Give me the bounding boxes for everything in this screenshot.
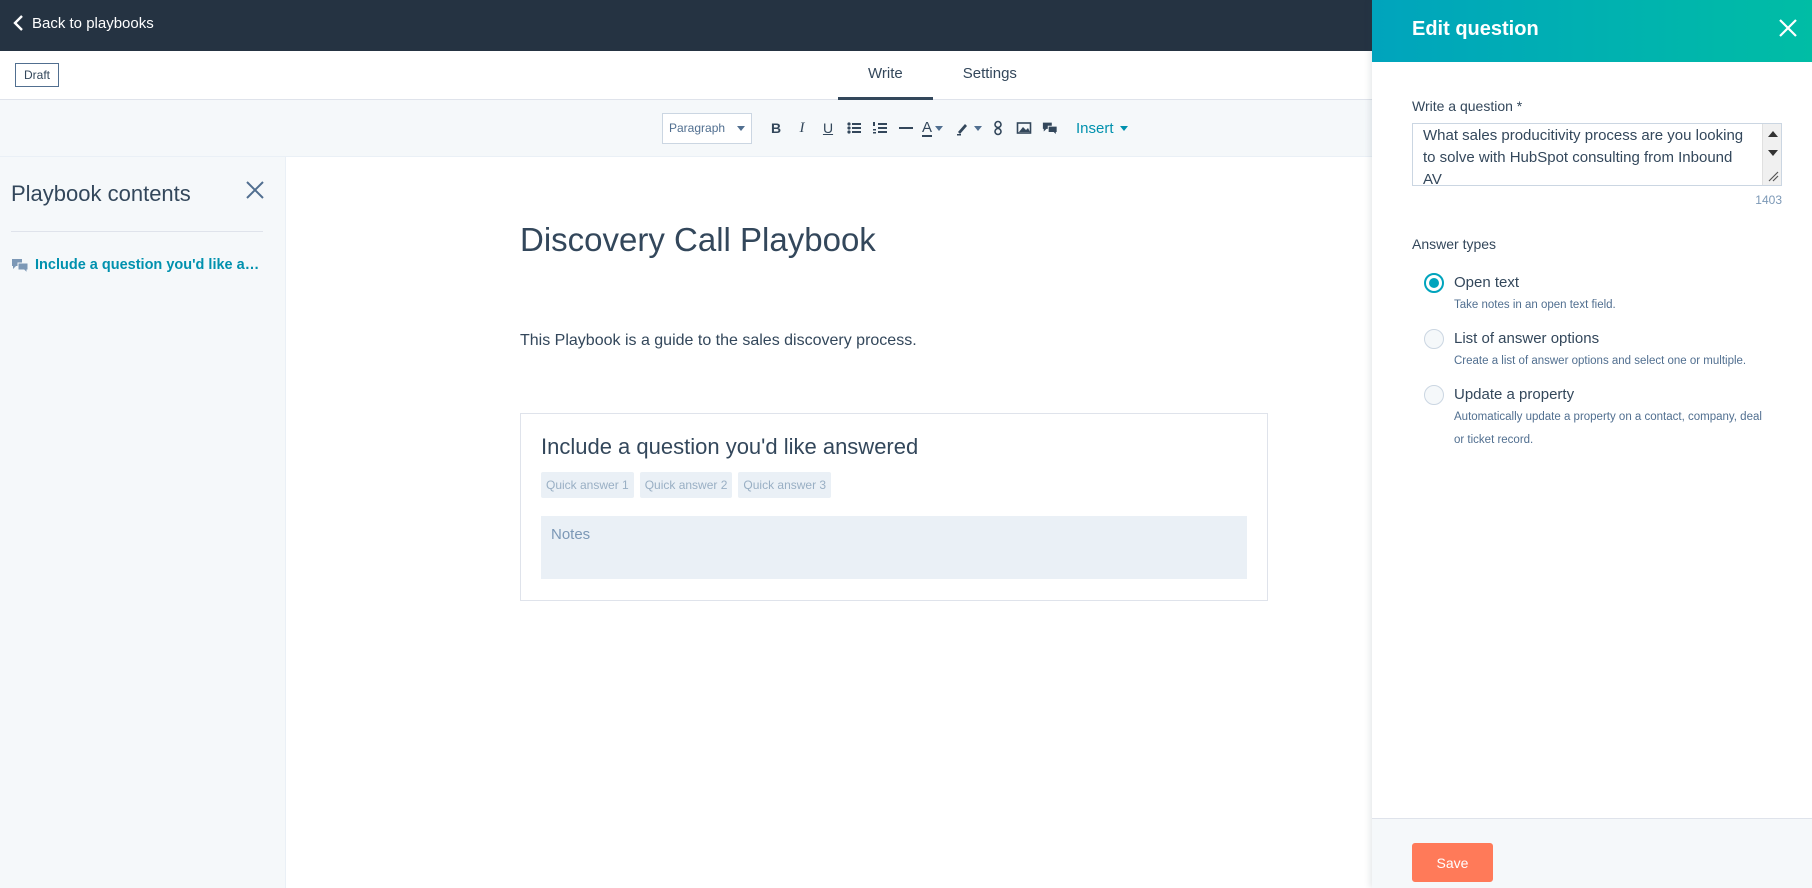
bulleted-list-icon xyxy=(847,122,861,134)
tab-settings[interactable]: Settings xyxy=(933,51,1047,100)
link-button[interactable] xyxy=(988,116,1008,140)
close-icon[interactable] xyxy=(1778,18,1798,38)
highlight-color-button[interactable] xyxy=(955,116,983,140)
radio-button-selected[interactable] xyxy=(1424,273,1444,293)
chevron-down-icon xyxy=(1119,125,1128,131)
radio-button[interactable] xyxy=(1424,385,1444,405)
answer-type-title: Open text xyxy=(1454,274,1520,291)
paragraph-style-select[interactable]: Paragraph xyxy=(662,112,752,144)
insert-label: Insert xyxy=(1076,119,1114,137)
answer-type-title: List of answer options xyxy=(1454,330,1600,347)
quick-answer-chip[interactable]: Quick answer 1 xyxy=(541,472,634,498)
editor-subbar: Draft Write Settings xyxy=(0,51,1372,100)
answer-type-list-options[interactable]: List of answer options Create a list of … xyxy=(1424,328,1774,373)
answer-type-description: Create a list of answer options and sele… xyxy=(1454,355,1747,367)
sidebar-title: Playbook contents xyxy=(11,181,191,206)
horizontal-rule-icon xyxy=(899,127,913,129)
edit-question-panel: Edit question Write a question * What sa… xyxy=(1372,0,1812,888)
image-icon xyxy=(1016,122,1032,134)
underline-button[interactable]: U xyxy=(818,116,838,140)
tab-write[interactable]: Write xyxy=(838,51,933,100)
question-title: Include a question you'd like answered xyxy=(541,434,919,459)
numbered-list-button[interactable] xyxy=(870,116,890,140)
quick-answers: Quick answer 1 Quick answer 2 Quick answ… xyxy=(541,472,832,498)
chevron-left-icon xyxy=(13,15,23,31)
question-field-label: Write a question * xyxy=(1412,98,1523,114)
close-icon[interactable] xyxy=(244,179,266,201)
scroll-down-icon[interactable] xyxy=(1768,150,1778,156)
quick-answer-chip[interactable]: Quick answer 2 xyxy=(639,472,733,498)
answer-type-update-property[interactable]: Update a property Automatically update a… xyxy=(1424,384,1774,452)
chevron-down-icon xyxy=(935,125,944,131)
document-title[interactable]: Discovery Call Playbook xyxy=(520,221,876,259)
answer-type-title: Update a property xyxy=(1454,386,1575,403)
italic-button[interactable]: I xyxy=(792,116,812,140)
panel-header: Edit question xyxy=(1372,0,1812,62)
notes-field[interactable]: Notes xyxy=(541,516,1247,579)
panel-title: Edit question xyxy=(1412,18,1539,40)
chevron-down-icon xyxy=(737,125,745,131)
link-icon xyxy=(994,120,1002,136)
answer-type-open-text[interactable]: Open text Take notes in an open text fie… xyxy=(1424,272,1774,317)
editor-tabs: Write Settings xyxy=(838,51,1047,100)
highlighter-icon xyxy=(957,124,968,136)
answer-types-label: Answer types xyxy=(1412,236,1497,252)
numbered-list-icon xyxy=(873,122,887,134)
quick-answer-chip[interactable]: Quick answer 3 xyxy=(738,472,832,498)
insert-menu-button[interactable]: Insert xyxy=(1076,120,1128,137)
bold-icon: B xyxy=(770,120,782,136)
back-link-label: Back to playbooks xyxy=(32,14,154,32)
question-chat-icon xyxy=(1042,122,1058,136)
question-card[interactable]: Include a question you'd like answered Q… xyxy=(520,413,1268,601)
question-textarea[interactable]: What sales producitivity process are you… xyxy=(1412,123,1782,186)
bulleted-list-button[interactable] xyxy=(844,116,864,140)
document-canvas: Discovery Call Playbook This Playbook is… xyxy=(287,157,1372,888)
paragraph-style-value: Paragraph xyxy=(669,121,726,135)
radio-button[interactable] xyxy=(1424,329,1444,349)
textarea-scrollbar[interactable] xyxy=(1762,124,1781,185)
save-button[interactable]: Save xyxy=(1412,843,1493,882)
playbook-contents-sidebar: Playbook contents Include a question you… xyxy=(0,157,286,888)
italic-icon: I xyxy=(799,119,805,136)
underline-icon: U xyxy=(822,120,834,136)
insert-image-button[interactable] xyxy=(1014,116,1034,140)
horizontal-rule-button[interactable] xyxy=(896,116,916,140)
sidebar-item-label: Include a question you'd like answered xyxy=(35,257,263,273)
document-description[interactable]: This Playbook is a guide to the sales di… xyxy=(520,332,917,350)
insert-question-button[interactable] xyxy=(1040,116,1060,140)
sidebar-item-question[interactable]: Include a question you'd like answered xyxy=(11,257,263,273)
resize-grip-icon[interactable] xyxy=(1766,168,1779,182)
bold-button[interactable]: B xyxy=(766,116,786,140)
question-chat-icon xyxy=(12,259,29,273)
sidebar-divider xyxy=(11,231,263,232)
scroll-up-icon[interactable] xyxy=(1768,131,1778,137)
back-to-playbooks-link[interactable]: Back to playbooks xyxy=(12,14,154,32)
answer-type-description: Take notes in an open text field. xyxy=(1454,299,1616,311)
character-count: 1403 xyxy=(1755,193,1782,207)
text-color-button[interactable]: A xyxy=(922,116,944,140)
status-badge: Draft xyxy=(15,63,60,87)
text-color-icon: A xyxy=(922,118,933,137)
chevron-down-icon xyxy=(974,125,983,131)
panel-footer: Save xyxy=(1372,818,1812,888)
answer-type-description: Automatically update a property on a con… xyxy=(1454,411,1762,446)
formatting-toolbar: Paragraph B I U A Insert xyxy=(0,100,1372,157)
